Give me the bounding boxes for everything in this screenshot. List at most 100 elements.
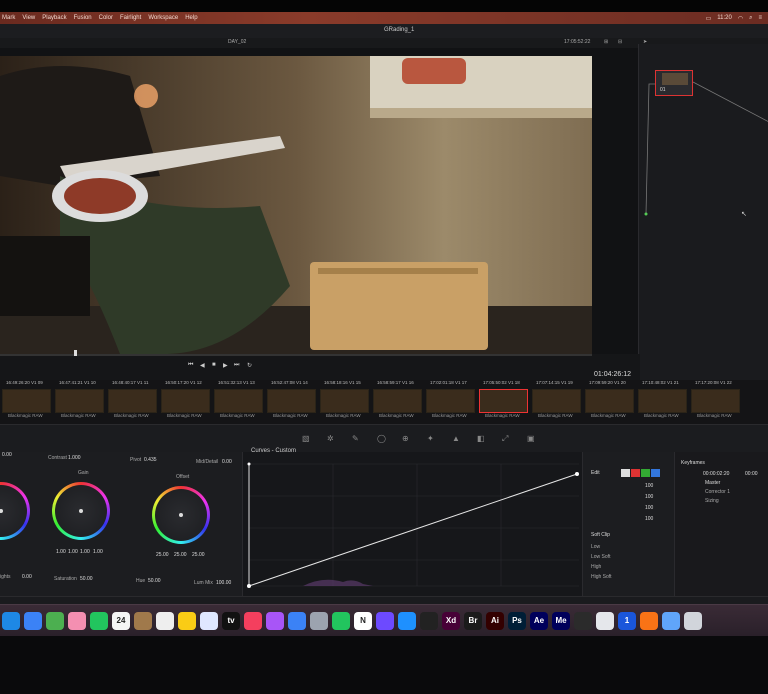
curves-tool-icon[interactable]: ▧ — [302, 434, 310, 443]
lift-wheel[interactable] — [0, 482, 30, 540]
pivot-value[interactable]: 0.435 — [144, 457, 157, 463]
gain-b[interactable]: 1.00 — [93, 549, 103, 555]
aftereffects-icon[interactable]: Ae — [530, 611, 548, 630]
keyframe-row-sizing[interactable]: Sizing — [705, 498, 719, 504]
clip-thumbnail[interactable] — [267, 389, 316, 413]
clip-cell[interactable]: 17:09:59:20 V1 20 Blackmagic RAW — [585, 380, 638, 424]
photoshop-icon[interactable]: Ps — [508, 611, 526, 630]
menu-item[interactable]: Playback — [42, 15, 66, 21]
next-icon[interactable]: ⏭ — [234, 362, 239, 369]
clip-thumbnail[interactable] — [585, 389, 634, 413]
gain-wheel[interactable] — [52, 482, 110, 540]
clip-thumbnail[interactable] — [426, 389, 475, 413]
figma-icon[interactable] — [420, 611, 438, 630]
middetail-value[interactable]: 0.00 — [222, 459, 232, 465]
edit-r-value[interactable]: 100 — [645, 494, 653, 500]
edit-b-value[interactable]: 100 — [645, 516, 653, 522]
control-center-icon[interactable]: ≡ — [758, 15, 762, 21]
viewer-timecode[interactable]: 17:05:52:22 — [564, 39, 590, 45]
menu-item[interactable]: Workspace — [148, 15, 178, 21]
music-icon[interactable] — [244, 611, 262, 630]
gain-r[interactable]: 1.00 — [68, 549, 78, 555]
preview-icon[interactable] — [684, 611, 702, 630]
softclip-high-soft[interactable]: High Soft — [591, 574, 612, 580]
clip-cell[interactable]: 17:02:01:18 V1 17 Blackmagic RAW — [426, 380, 479, 424]
photos-icon[interactable] — [68, 611, 86, 630]
softclip-high[interactable]: High — [591, 564, 601, 570]
contacts-icon[interactable] — [134, 611, 152, 630]
keyframes-timecode[interactable]: 00:00:02:20 — [703, 471, 729, 477]
softclip-low-soft[interactable]: Low Soft — [591, 554, 610, 560]
clip-cell[interactable]: 16:47:41:21 V1 10 Blackmagic RAW — [55, 380, 108, 424]
battery-icon[interactable]: ▭ — [706, 15, 712, 22]
highlights-value[interactable]: 0.00 — [22, 574, 32, 580]
offset-g[interactable]: 25.00 — [174, 552, 187, 558]
clip-thumbnail[interactable] — [638, 389, 687, 413]
edit-y-value[interactable]: 100 — [645, 483, 653, 489]
viewer-options-icon[interactable]: ⊞ — [604, 39, 608, 45]
menu-item[interactable]: View — [22, 15, 35, 21]
magic-mask-icon[interactable]: ✦ — [427, 434, 434, 443]
menu-item[interactable]: Fairlight — [120, 15, 141, 21]
clip-thumbnail[interactable] — [532, 389, 581, 413]
gain-y[interactable]: 1.00 — [56, 549, 66, 555]
key-icon[interactable]: ◧ — [477, 434, 485, 443]
curve-graph[interactable] — [243, 452, 583, 600]
wifi-icon[interactable]: ◠ — [738, 15, 743, 22]
notion-icon[interactable]: N — [354, 611, 372, 630]
infuse-icon[interactable] — [640, 611, 658, 630]
edit-g-value[interactable]: 100 — [645, 505, 653, 511]
maps-icon[interactable] — [46, 611, 64, 630]
channel-b-toggle[interactable] — [651, 469, 660, 477]
qualifier-icon[interactable]: ✎ — [352, 434, 359, 443]
clip-cell[interactable]: 16:52:47:08 V1 14 Blackmagic RAW — [267, 380, 320, 424]
tv-icon[interactable]: tv — [222, 611, 240, 630]
clip-thumbnail[interactable] — [320, 389, 369, 413]
window-icon[interactable]: ◯ — [377, 434, 386, 443]
finder-icon[interactable] — [662, 611, 680, 630]
saturation-value[interactable]: 50.00 — [80, 576, 93, 582]
stop-icon[interactable]: ■ — [212, 362, 216, 368]
tempi-icon[interactable] — [398, 611, 416, 630]
safari-icon[interactable] — [2, 611, 20, 630]
hue-value[interactable]: 50.00 — [148, 578, 161, 584]
sizing-icon[interactable]: ⤢ — [502, 434, 508, 444]
channel-r-toggle[interactable] — [631, 469, 640, 477]
tracker-icon[interactable]: ⊕ — [402, 434, 409, 443]
curves-panel[interactable]: Curves - Custom — [242, 448, 583, 600]
menu-item[interactable]: Color — [99, 15, 113, 21]
clip-cell[interactable]: 16:48:40:17 V1 11 Blackmagic RAW — [108, 380, 161, 424]
offset-wheel[interactable] — [152, 486, 210, 544]
mediaencoder-icon[interactable]: Me — [552, 611, 570, 630]
clip-thumbnail[interactable] — [479, 389, 528, 413]
search-icon[interactable]: ⌕ — [749, 15, 752, 22]
bridge-icon[interactable]: Br — [464, 611, 482, 630]
podcasts-icon[interactable] — [266, 611, 284, 630]
clip-thumbnail[interactable] — [55, 389, 104, 413]
clip-cell[interactable]: 16:49:26:20 V1 09 Blackmagic RAW — [2, 380, 55, 424]
softclip-low[interactable]: Low — [591, 544, 600, 550]
lift-value[interactable]: 0.00 — [2, 452, 12, 458]
contrast-value[interactable]: 1.000 — [68, 455, 81, 461]
1password-icon[interactable]: 1 — [618, 611, 636, 630]
offset-r[interactable]: 25.00 — [156, 552, 169, 558]
rewind-icon[interactable]: ⏮ — [188, 362, 193, 369]
clip-thumbnail[interactable] — [691, 389, 740, 413]
calendar-icon[interactable]: 24 — [112, 611, 130, 630]
viewer[interactable] — [0, 56, 592, 354]
clip-thumbnail[interactable] — [373, 389, 422, 413]
clip-cell[interactable]: 16:58:59:17 V1 16 Blackmagic RAW — [373, 380, 426, 424]
clock[interactable]: 11:20 — [717, 15, 732, 21]
play-icon[interactable]: ▶ — [223, 362, 228, 369]
clip-thumbnail[interactable] — [214, 389, 263, 413]
keyframe-row-corrector[interactable]: Corrector 1 — [705, 489, 730, 495]
clip-cell[interactable]: 17:10:48:02 V1 21 Blackmagic RAW — [638, 380, 691, 424]
clip-thumbnail[interactable] — [2, 389, 51, 413]
channel-g-toggle[interactable] — [641, 469, 650, 477]
settings-icon[interactable] — [310, 611, 328, 630]
channel-y-toggle[interactable] — [621, 469, 630, 477]
lummix-value[interactable]: 100.00 — [216, 580, 231, 586]
facetime-icon[interactable] — [90, 611, 108, 630]
clip-cell[interactable]: 16:50:17:20 V1 12 Blackmagic RAW — [161, 380, 214, 424]
viewer-mode-icon[interactable]: ⊟ — [618, 39, 622, 45]
